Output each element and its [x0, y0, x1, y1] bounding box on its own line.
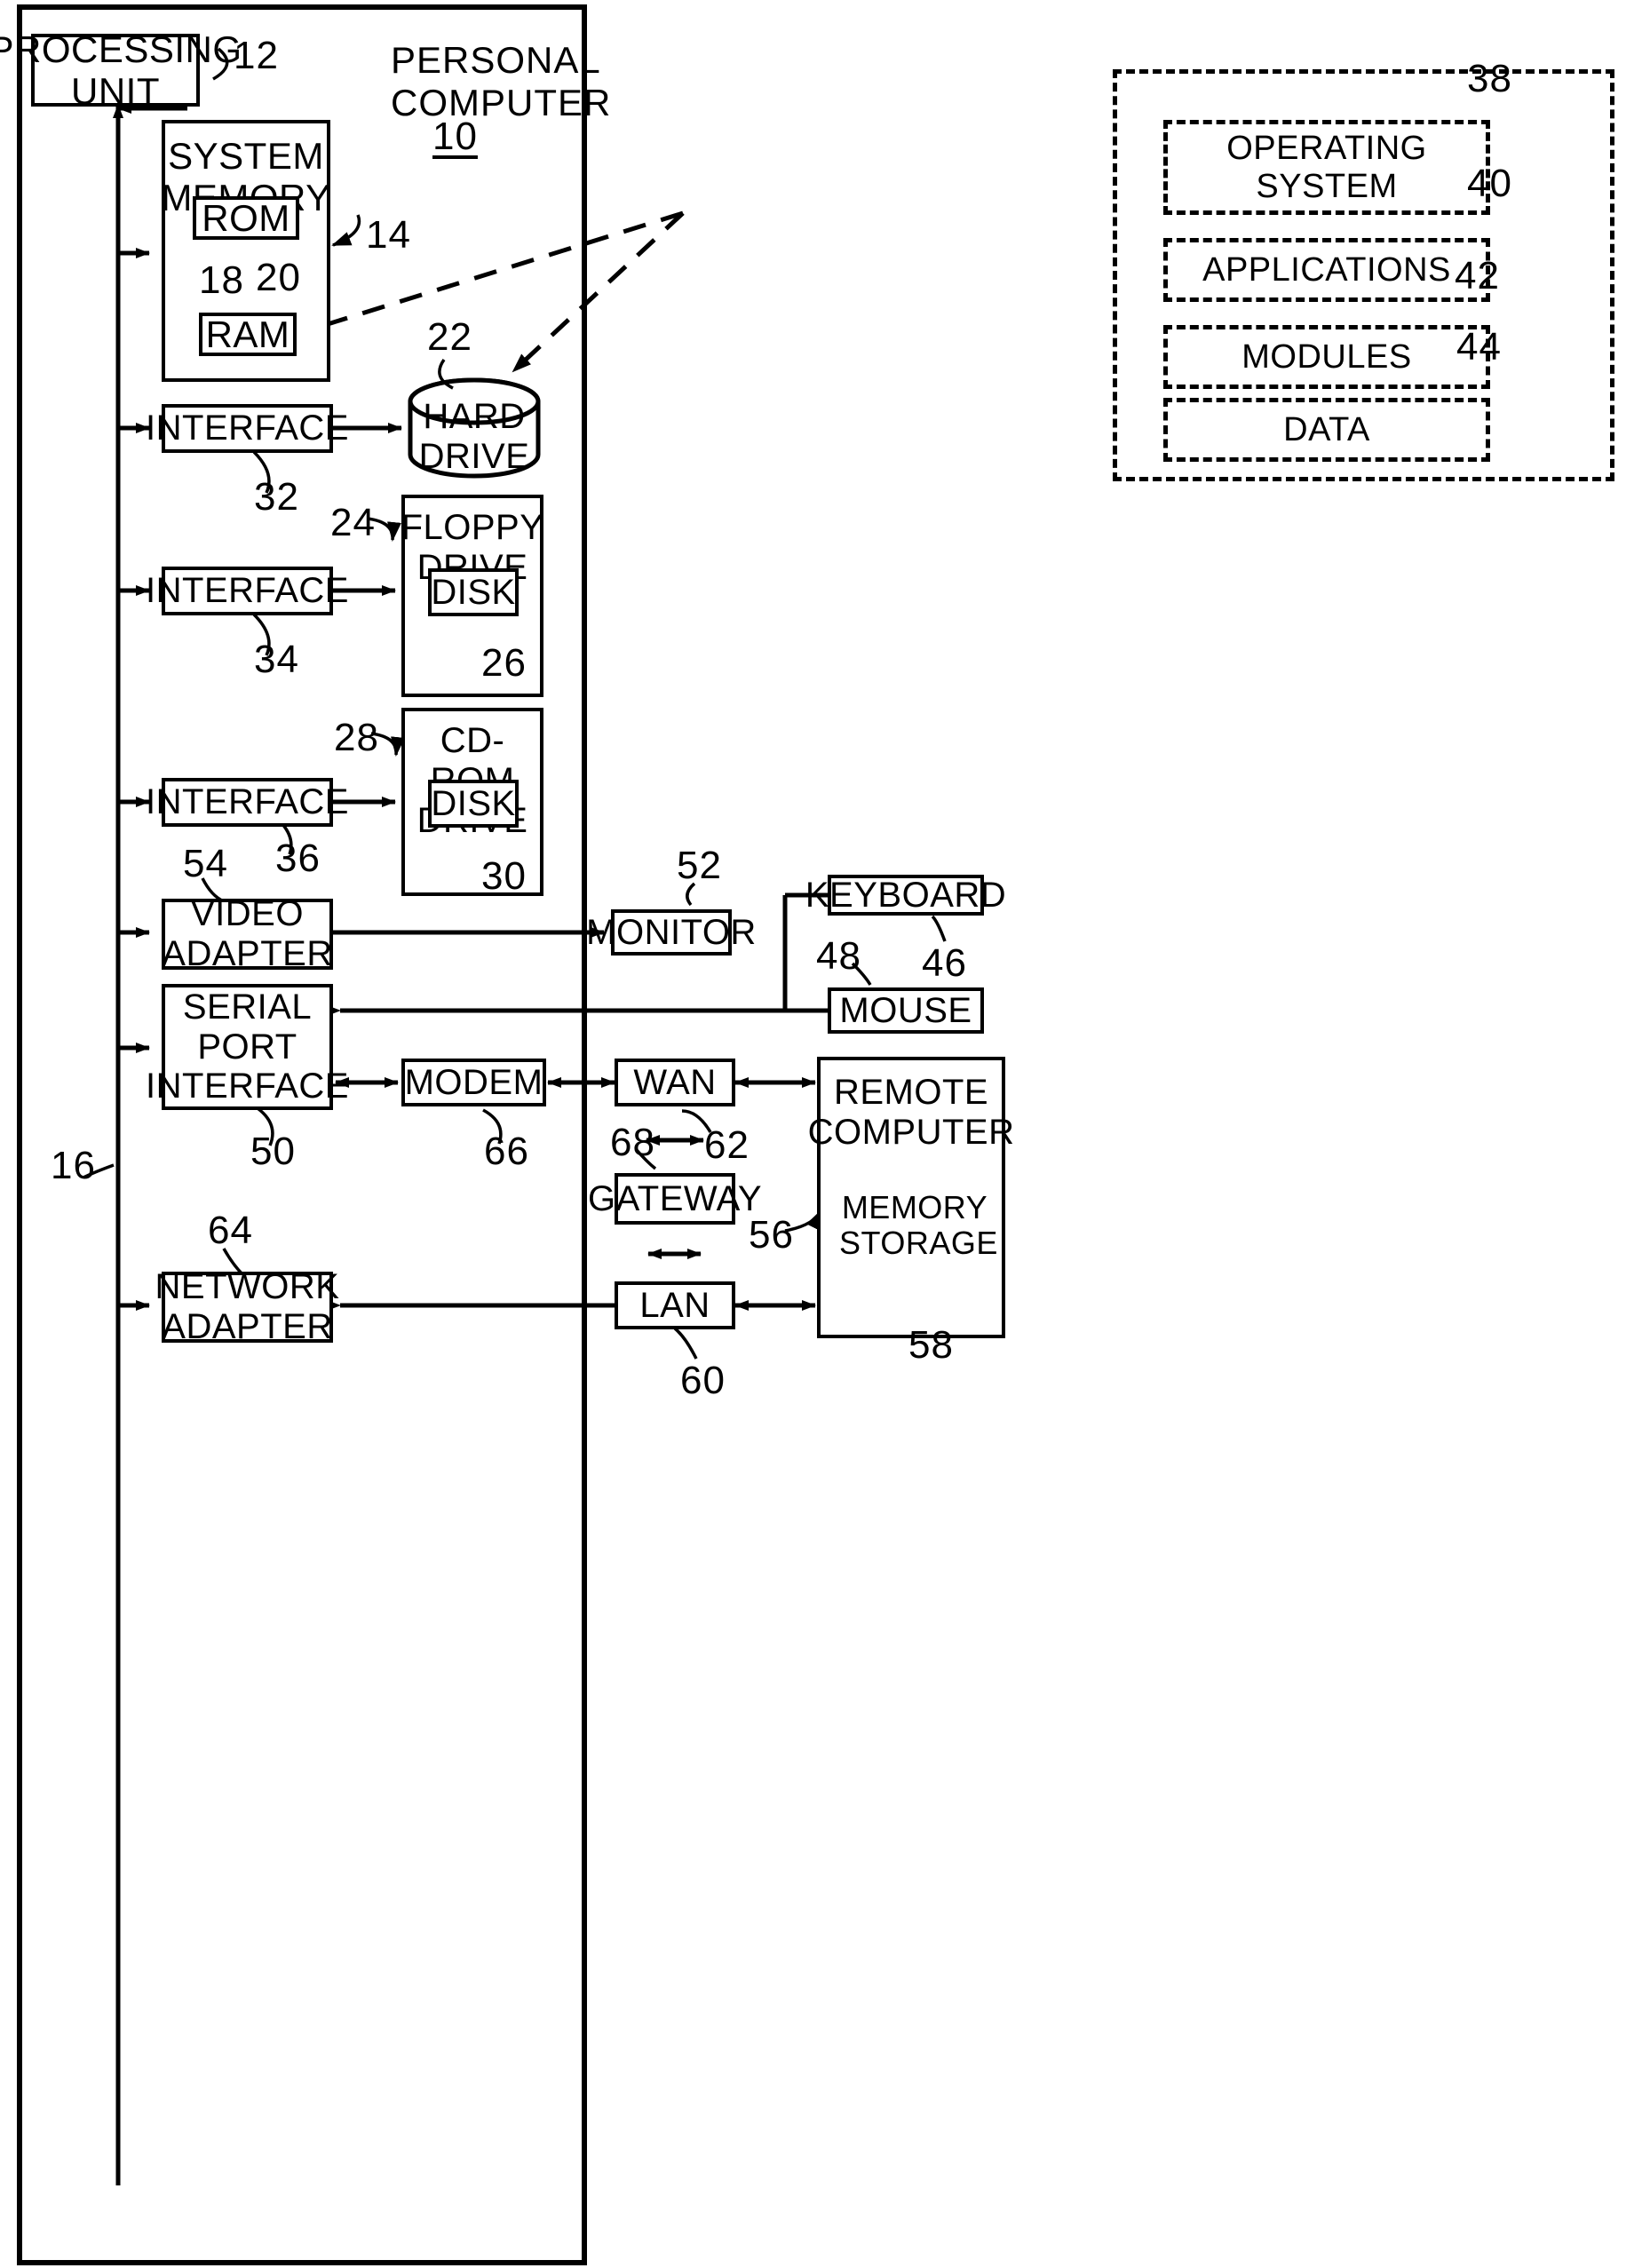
ref-24: 24 — [330, 501, 376, 544]
ref-18: 18 — [199, 258, 244, 302]
video-adapter-block[interactable]: VIDEO ADAPTER — [162, 894, 333, 973]
data-label: DATA — [1283, 410, 1370, 448]
interface-hdd-block[interactable]: INTERFACE — [146, 404, 349, 453]
video-adapter-label-1: VIDEO — [191, 894, 304, 934]
ref-42: 42 — [1455, 254, 1500, 297]
cdrom-disk-label: DISK — [431, 783, 516, 823]
memory-storage-label-1: MEMORY — [841, 1189, 988, 1225]
ref-44: 44 — [1456, 325, 1502, 369]
processing-unit-block[interactable]: PROCESSING UNIT — [0, 28, 242, 112]
serial-port-label-1: SERIAL PORT — [182, 987, 313, 1067]
monitor-block[interactable]: MONITOR — [586, 909, 756, 956]
modules-block[interactable]: MODULES — [1163, 325, 1490, 389]
floppy-drive-label-1: FLOPPY — [401, 508, 544, 547]
ref-32: 32 — [254, 475, 299, 519]
lan-block[interactable]: LAN — [615, 1281, 735, 1329]
ref-40: 40 — [1467, 162, 1512, 205]
operating-system-label-2: SYSTEM — [1256, 167, 1398, 205]
pc-enclosure-title: PERSONAL COMPUTER — [391, 39, 610, 124]
ref-16-bus: 16 — [51, 1144, 96, 1187]
applications-block[interactable]: APPLICATIONS — [1163, 238, 1490, 302]
ref-56: 56 — [749, 1213, 794, 1257]
floppy-disk-label: DISK — [431, 572, 516, 612]
hard-drive-label-1: HARD — [423, 397, 526, 436]
ref-12: 12 — [234, 34, 279, 77]
mouse-block[interactable]: MOUSE — [828, 987, 984, 1034]
processing-unit-label-2: UNIT — [71, 70, 160, 112]
ram-label: RAM — [205, 313, 290, 355]
network-adapter-label-2: ADAPTER — [162, 1307, 333, 1346]
ref-10: 10 — [432, 115, 478, 158]
ref-34: 34 — [254, 638, 299, 681]
patent-figure: PERSONAL COMPUTER 10 16 PROCESSING UNIT … — [0, 0, 1642, 2268]
memory-storage-label-2: STORAGE — [839, 1225, 998, 1262]
video-adapter-label-2: ADAPTER — [162, 934, 333, 973]
ref-50: 50 — [250, 1130, 296, 1173]
ref-64: 64 — [208, 1209, 253, 1252]
interface-floppy-label: INTERFACE — [146, 571, 349, 611]
ref-52: 52 — [677, 844, 722, 887]
memory-storage-label: MEMORY STORAGE — [839, 1189, 997, 1262]
lan-label: LAN — [639, 1285, 710, 1325]
floppy-disk-block[interactable]: DISK — [428, 568, 519, 616]
rom-block[interactable]: ROM — [193, 196, 299, 240]
ref-26: 26 — [481, 641, 527, 685]
interface-floppy-block[interactable]: INTERFACE — [146, 567, 349, 615]
modem-block[interactable]: MODEM — [401, 1059, 546, 1106]
applications-label: APPLICATIONS — [1202, 250, 1451, 289]
ref-58: 58 — [908, 1323, 954, 1367]
keyboard-block[interactable]: KEYBOARD — [805, 875, 1006, 916]
ref-38: 38 — [1467, 57, 1512, 100]
interface-cdrom-label: INTERFACE — [146, 782, 349, 822]
ref-30: 30 — [481, 854, 527, 898]
mouse-label: MOUSE — [839, 990, 972, 1030]
ref-48: 48 — [816, 934, 861, 978]
ram-block[interactable]: RAM — [199, 313, 297, 356]
ref-54: 54 — [183, 842, 228, 885]
gateway-block[interactable]: GATEWAY — [588, 1173, 762, 1225]
processing-unit-label-1: PROCESSING — [0, 28, 242, 70]
ref-60: 60 — [680, 1359, 726, 1402]
ref-46: 46 — [922, 941, 967, 985]
serial-port-interface-block[interactable]: SERIAL PORT INTERFACE — [146, 984, 349, 1110]
serial-port-label-2: INTERFACE — [146, 1067, 349, 1106]
ref-20: 20 — [256, 256, 301, 299]
network-adapter-label-1: NETWORK — [155, 1267, 340, 1307]
ref-22: 22 — [427, 315, 472, 359]
gateway-label: GATEWAY — [587, 1178, 763, 1218]
pc-title-line2: COMPUTER — [391, 82, 612, 123]
ref-36: 36 — [275, 837, 321, 880]
wan-block[interactable]: WAN — [615, 1059, 735, 1106]
system-memory-label-1: SYSTEM — [168, 135, 324, 177]
ref-66: 66 — [484, 1130, 529, 1173]
operating-system-block[interactable]: OPERATING SYSTEM — [1163, 120, 1490, 215]
network-adapter-block[interactable]: NETWORK ADAPTER — [155, 1267, 339, 1346]
wan-label: WAN — [633, 1062, 717, 1102]
ref-28: 28 — [334, 716, 379, 759]
interface-cdrom-block[interactable]: INTERFACE — [146, 778, 349, 827]
rom-label: ROM — [202, 196, 290, 239]
remote-computer-label-2: COMPUTER — [807, 1112, 1015, 1152]
pc-title-line1: PERSONAL — [391, 39, 601, 81]
remote-computer-label-1: REMOTE — [833, 1073, 989, 1112]
ref-68: 68 — [610, 1121, 655, 1164]
ref-62: 62 — [704, 1123, 750, 1167]
keyboard-label: KEYBOARD — [805, 875, 1007, 915]
hard-drive-label: HARD DRIVE — [410, 397, 538, 477]
cdrom-disk-block[interactable]: DISK — [428, 780, 519, 828]
ref-14: 14 — [366, 213, 411, 257]
monitor-label: MONITOR — [586, 912, 757, 952]
interface-hdd-label: INTERFACE — [146, 408, 349, 448]
modules-label: MODULES — [1241, 337, 1412, 376]
data-block[interactable]: DATA — [1163, 398, 1490, 462]
operating-system-label-1: OPERATING — [1226, 129, 1427, 167]
modem-label: MODEM — [404, 1062, 543, 1102]
hard-drive-label-2: DRIVE — [418, 436, 530, 476]
